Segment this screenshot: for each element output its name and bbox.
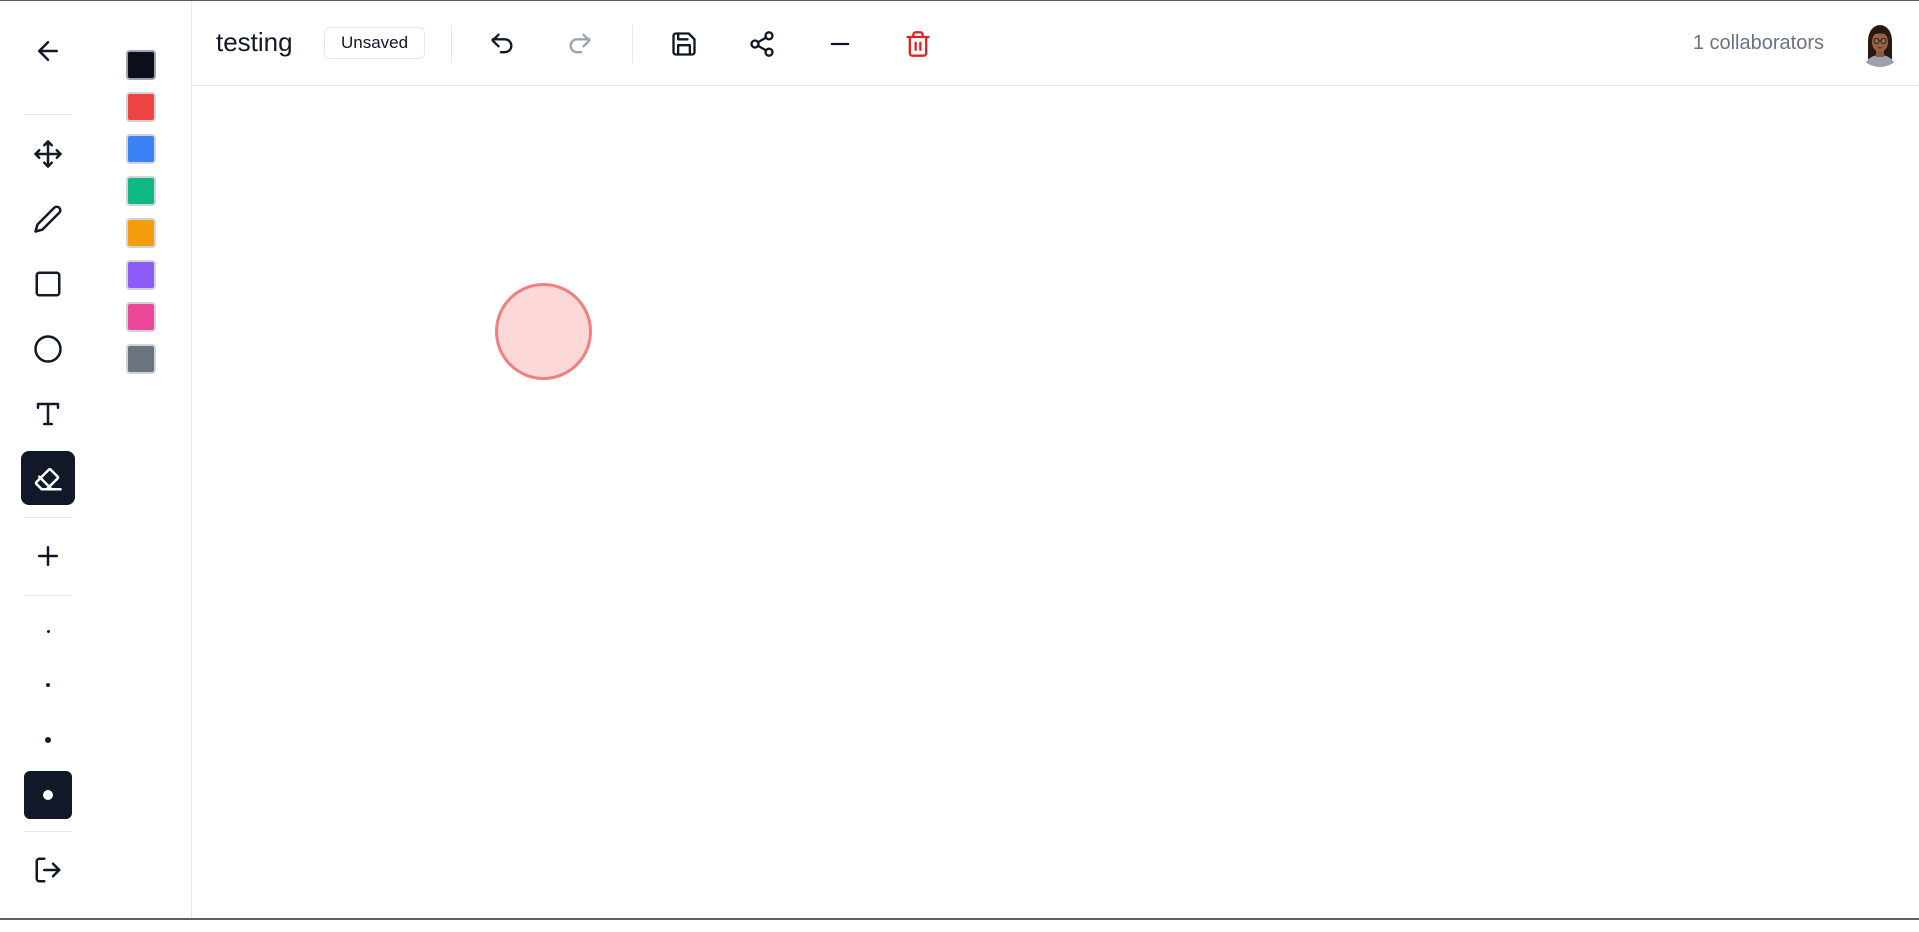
- stroke-size-dot: [46, 683, 50, 687]
- pencil-tool-button[interactable]: [21, 192, 75, 246]
- color-swatch-green[interactable]: [126, 176, 156, 206]
- color-palette: [96, 1, 192, 918]
- share-button[interactable]: [740, 22, 784, 66]
- minus-icon: [830, 42, 850, 46]
- circle-tool-button[interactable]: [21, 322, 75, 376]
- move-tool-button[interactable]: [21, 127, 75, 181]
- delete-button[interactable]: [896, 22, 940, 66]
- color-swatch-orange[interactable]: [126, 218, 156, 248]
- circle-icon: [34, 335, 62, 363]
- user-avatar[interactable]: [1856, 19, 1904, 67]
- stroke-size-md-button[interactable]: [24, 716, 72, 764]
- save-button[interactable]: [662, 22, 706, 66]
- stroke-size-dot: [43, 790, 53, 800]
- color-swatch-black[interactable]: [126, 50, 156, 80]
- toolbar-divider: [24, 114, 72, 115]
- text-tool-button[interactable]: [21, 387, 75, 441]
- logout-button[interactable]: [21, 843, 75, 897]
- plus-icon: [38, 546, 58, 566]
- tools-sidebar: [0, 1, 97, 896]
- canvas-circle-shape[interactable]: [495, 283, 592, 380]
- color-swatch-blue[interactable]: [126, 134, 156, 164]
- move-icon: [34, 140, 62, 168]
- save-status-badge: Unsaved: [324, 27, 426, 59]
- share-icon: [750, 31, 774, 57]
- redo-icon: [569, 33, 591, 54]
- stroke-size-dot: [45, 737, 51, 743]
- stroke-size-xs-button[interactable]: [24, 607, 72, 655]
- collaborators-count: 1 collaborators: [1692, 32, 1824, 54]
- zoom-out-button[interactable]: [818, 22, 862, 66]
- color-swatch-purple[interactable]: [126, 260, 156, 290]
- stroke-size-sm-button[interactable]: [24, 661, 72, 709]
- rectangle-tool-button[interactable]: [21, 257, 75, 311]
- color-swatch-gray[interactable]: [126, 344, 156, 374]
- logout-icon: [35, 857, 61, 883]
- undo-button[interactable]: [480, 22, 524, 66]
- stroke-size-dot: [46, 629, 50, 633]
- redo-button[interactable]: [558, 22, 602, 66]
- drawing-canvas[interactable]: [192, 86, 1919, 918]
- color-swatch-red[interactable]: [126, 92, 156, 122]
- eraser-tool-button[interactable]: [21, 451, 75, 505]
- undo-icon: [491, 33, 513, 54]
- back-arrow-icon: [38, 41, 58, 61]
- trash-icon: [906, 31, 930, 57]
- add-button[interactable]: [21, 529, 75, 583]
- stroke-size-lg-button[interactable]: [24, 771, 72, 819]
- text-icon: [36, 402, 60, 426]
- top-header: testing Unsaved 1 collaborators: [192, 1, 1919, 86]
- eraser-icon: [34, 468, 62, 491]
- document-title[interactable]: testing: [216, 27, 293, 58]
- toolbar-divider: [24, 595, 72, 596]
- header-divider: [451, 25, 452, 63]
- save-icon: [672, 32, 696, 56]
- color-swatch-pink[interactable]: [126, 302, 156, 332]
- back-button[interactable]: [21, 24, 75, 78]
- window-bottom-border: [0, 918, 1919, 920]
- avatar-illustration: [1856, 19, 1904, 67]
- toolbar-divider: [24, 831, 72, 832]
- header-divider: [632, 25, 633, 63]
- rectangle-icon: [35, 271, 61, 297]
- toolbar-divider: [24, 517, 72, 518]
- pencil-icon: [34, 205, 62, 233]
